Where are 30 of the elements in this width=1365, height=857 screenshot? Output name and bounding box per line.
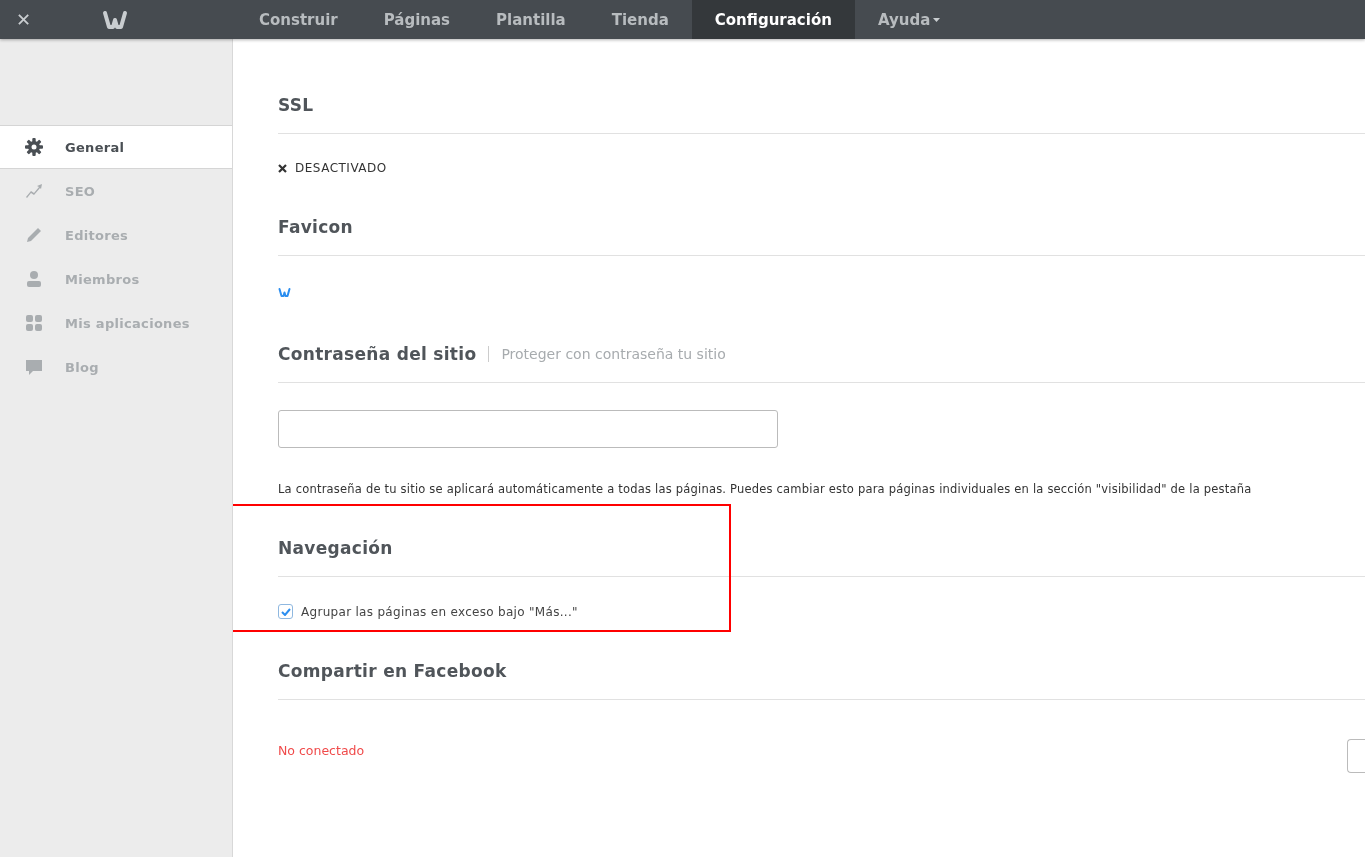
help-text: La contraseña de tu sitio se aplicará automáticamente a todas las páginas. Puedes cambiar esto para páginas individuales en la sección "visibilidad" de la pestaña	[278, 482, 1253, 496]
nav-tab[interactable]: Configuración	[691, 0, 855, 39]
nav-tab[interactable]: Páginas	[360, 0, 474, 39]
password-field[interactable]	[278, 410, 778, 448]
nav-tab[interactable]: Ayuda	[854, 0, 964, 39]
section-title: Compartir en Facebook	[278, 661, 507, 681]
section-subtitle: Proteger con contraseña tu sitio	[488, 346, 726, 362]
gear-icon	[24, 137, 44, 157]
logo-icon	[102, 8, 128, 31]
checkbox-label: Agrupar las páginas en exceso bajo "Más..."	[301, 604, 578, 619]
grid-icon	[24, 313, 44, 333]
nav-tab[interactable]: Tienda	[588, 0, 692, 39]
checkbox[interactable]	[278, 604, 293, 619]
section-title: Contraseña del sitio	[278, 344, 477, 364]
nav-tab[interactable]: Plantilla	[473, 0, 589, 39]
pencil-icon	[24, 225, 44, 245]
caret-icon	[933, 17, 941, 22]
section-title: Favicon	[278, 217, 353, 237]
close-icon	[278, 163, 287, 173]
nav-tab[interactable]: Construir	[236, 0, 361, 39]
section-title: Navegación	[278, 538, 393, 558]
person-icon	[24, 269, 44, 289]
favicon-icon	[278, 287, 291, 298]
close-button[interactable]: ✕	[16, 9, 36, 30]
sidebar-item[interactable]: General	[0, 125, 232, 169]
connection-status: No conectado	[278, 742, 365, 758]
connect-button[interactable]	[1347, 739, 1365, 773]
status-text: DESACTIVADO	[295, 161, 387, 175]
section-title: SSL	[278, 95, 314, 115]
chat-icon	[24, 357, 44, 377]
